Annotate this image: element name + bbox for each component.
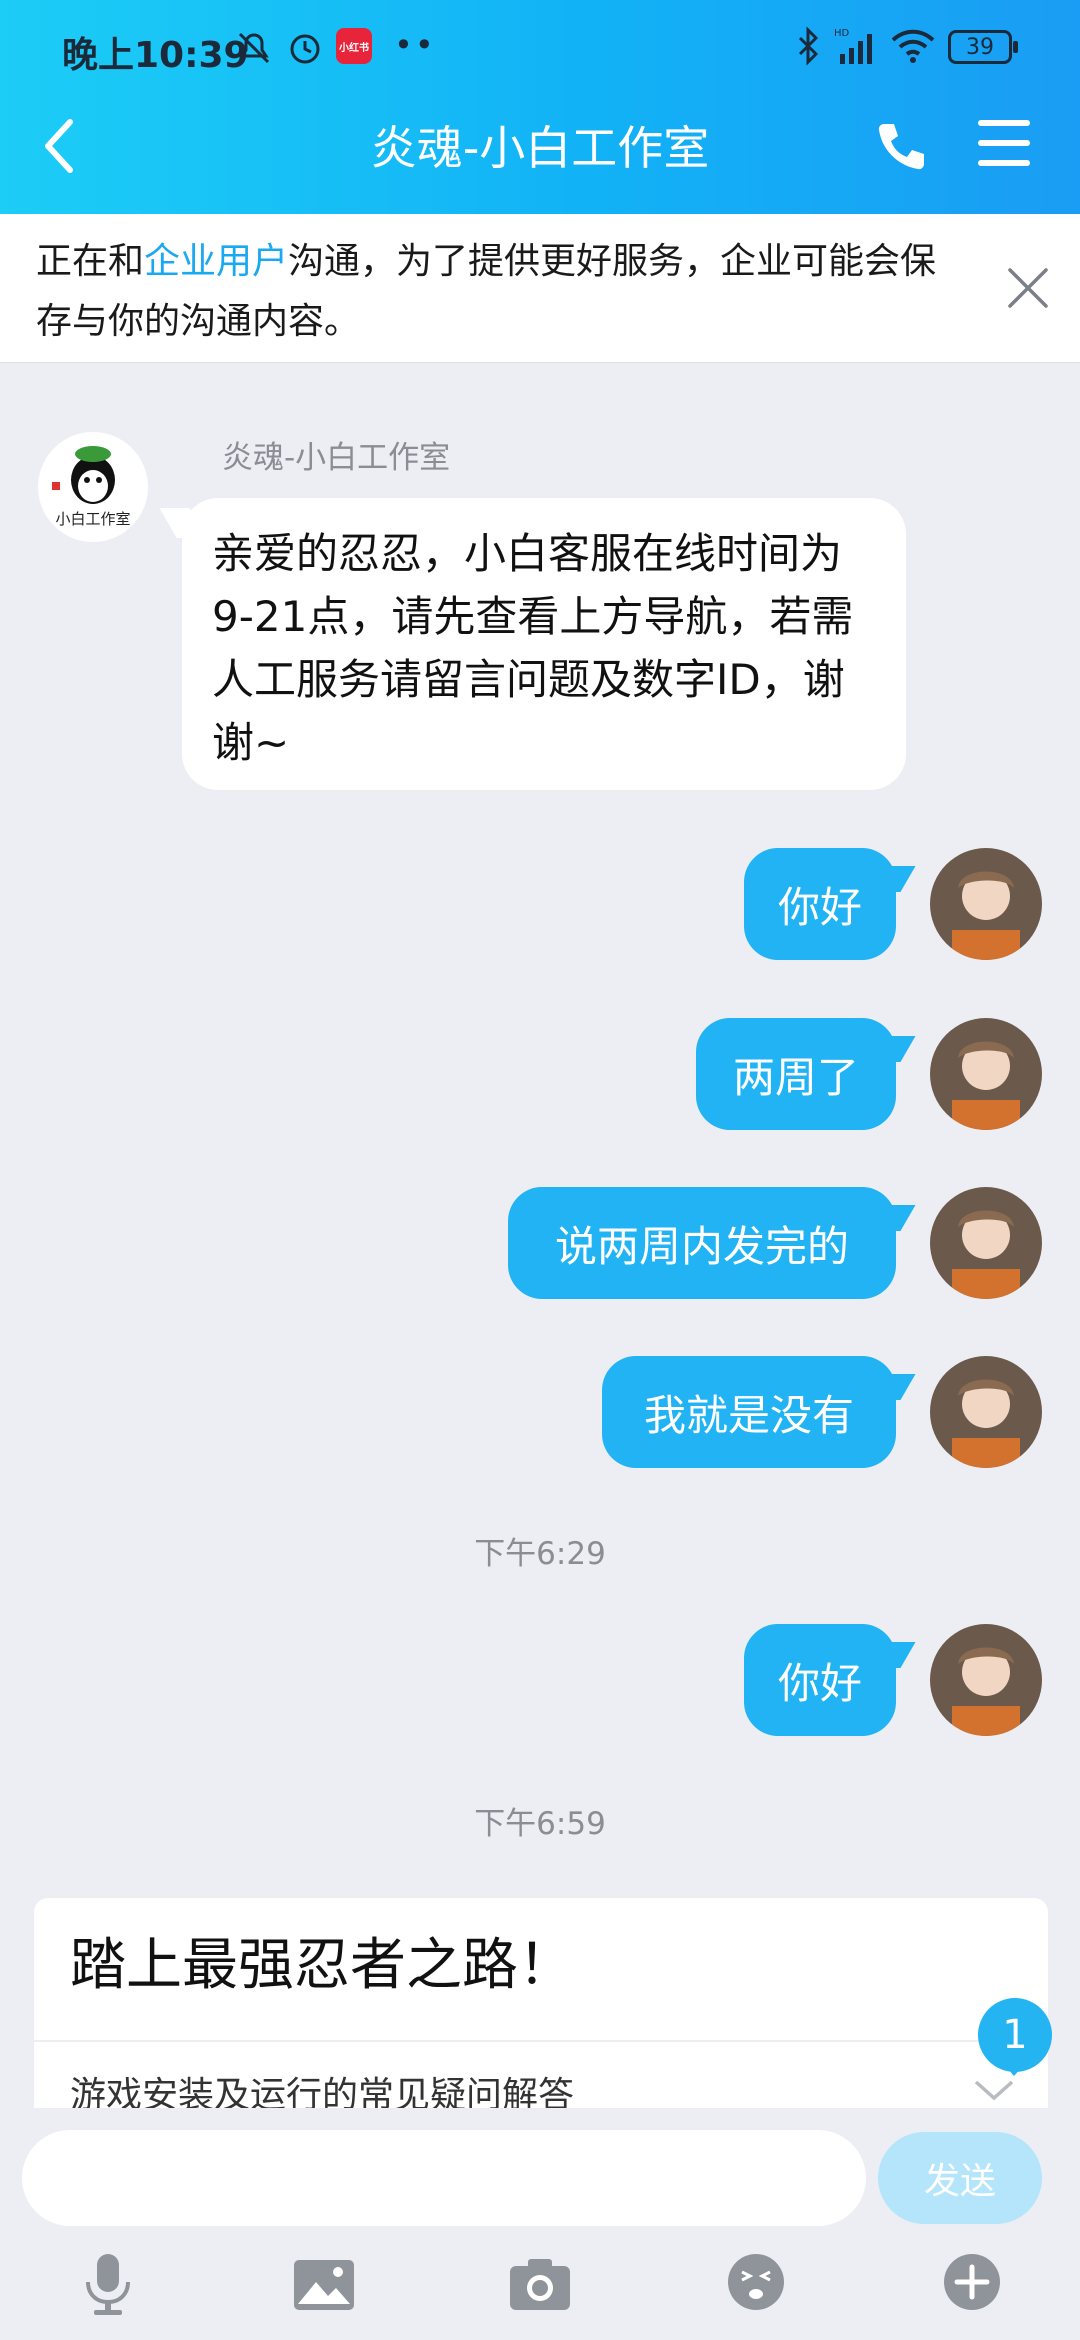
user-avatar[interactable] — [930, 1624, 1042, 1736]
menu-icon[interactable] — [978, 120, 1030, 180]
enterprise-user-link[interactable]: 企业用户 — [144, 241, 288, 282]
battery-level: 39 — [966, 34, 994, 60]
battery-icon: 39 — [948, 30, 1018, 64]
notice-text: 正在和企业用户沟通，为了提供更好服务，企业可能会保存与你的沟通内容。 — [36, 232, 966, 352]
user-avatar[interactable] — [930, 848, 1042, 960]
svg-text:HD: HD — [834, 28, 850, 39]
user-photo-icon — [930, 1356, 1042, 1468]
outgoing-message[interactable]: 两周了 — [696, 1018, 896, 1130]
signal-icon: HD — [834, 28, 872, 64]
user-avatar[interactable] — [930, 1187, 1042, 1299]
notice-prefix: 正在和 — [36, 241, 145, 282]
card-divider — [34, 2040, 1048, 2042]
outgoing-message[interactable]: 我就是没有 — [602, 1356, 896, 1468]
message-timestamp: 下午6:29 — [474, 1536, 606, 1572]
camera-icon[interactable] — [508, 2256, 572, 2312]
emoji-icon[interactable] — [726, 2252, 786, 2312]
bluetooth-icon — [798, 26, 819, 66]
microphone-icon[interactable] — [80, 2252, 136, 2316]
close-notice-icon[interactable] — [1006, 266, 1050, 310]
user-photo-icon — [930, 1624, 1042, 1736]
mute-icon — [238, 32, 270, 64]
card-title: 踏上最强忍者之路！ — [70, 1933, 574, 1998]
faq-card[interactable]: 踏上最强忍者之路！ 游戏安装及运行的常见疑问解答 — [34, 1898, 1048, 2108]
sender-name: 炎魂-小白工作室 — [222, 440, 451, 476]
outgoing-message[interactable]: 你好 — [744, 848, 896, 960]
card-item[interactable]: 游戏安装及运行的常见疑问解答 — [70, 2066, 574, 2108]
user-photo-icon — [930, 848, 1042, 960]
more-notifications: •• — [394, 26, 436, 64]
incoming-message[interactable]: 亲爱的忍忍，小白客服在线时间为9-21点，请先查看上方导航，若需人工服务请留言问… — [182, 498, 906, 790]
message-text: 说两周内发完的 — [554, 1221, 849, 1271]
send-button[interactable]: 发送 — [878, 2132, 1042, 2224]
chevron-down-icon[interactable] — [972, 2078, 1016, 2104]
incoming-message-text: 亲爱的忍忍，小白客服在线时间为9-21点，请先查看上方导航，若需人工服务请留言问… — [212, 529, 854, 767]
user-avatar[interactable] — [930, 1356, 1042, 1468]
app-badge-icon: 小红书 — [336, 28, 372, 64]
top-header: 晚上10:39 小红书 •• HD 39 炎魂-小白工作室 — [0, 0, 1080, 214]
avatar-caption: 小白工作室 — [55, 510, 131, 528]
user-photo-icon — [930, 1187, 1042, 1299]
message-text: 两周了 — [732, 1052, 859, 1102]
badge-pointer — [1000, 2060, 1028, 2076]
outgoing-message[interactable]: 你好 — [744, 1624, 896, 1736]
user-avatar[interactable] — [930, 1018, 1042, 1130]
message-text: 我就是没有 — [643, 1390, 854, 1440]
message-input[interactable] — [22, 2130, 866, 2226]
phone-call-icon[interactable] — [874, 118, 930, 174]
message-text: 你好 — [777, 1658, 862, 1708]
message-text: 你好 — [777, 882, 862, 932]
plus-icon[interactable] — [942, 2252, 1002, 2312]
status-time: 晚上10:39 — [62, 35, 249, 76]
user-photo-icon — [930, 1018, 1042, 1130]
wifi-icon — [891, 29, 935, 63]
privacy-notice: 正在和企业用户沟通，为了提供更好服务，企业可能会保存与你的沟通内容。 — [0, 214, 1080, 363]
message-timestamp: 下午6:59 — [474, 1806, 606, 1842]
studio-avatar[interactable]: 小白工作室 — [38, 432, 148, 542]
image-icon[interactable] — [292, 2258, 356, 2312]
alarm-icon — [290, 34, 320, 64]
outgoing-message[interactable]: 说两周内发完的 — [508, 1187, 896, 1299]
